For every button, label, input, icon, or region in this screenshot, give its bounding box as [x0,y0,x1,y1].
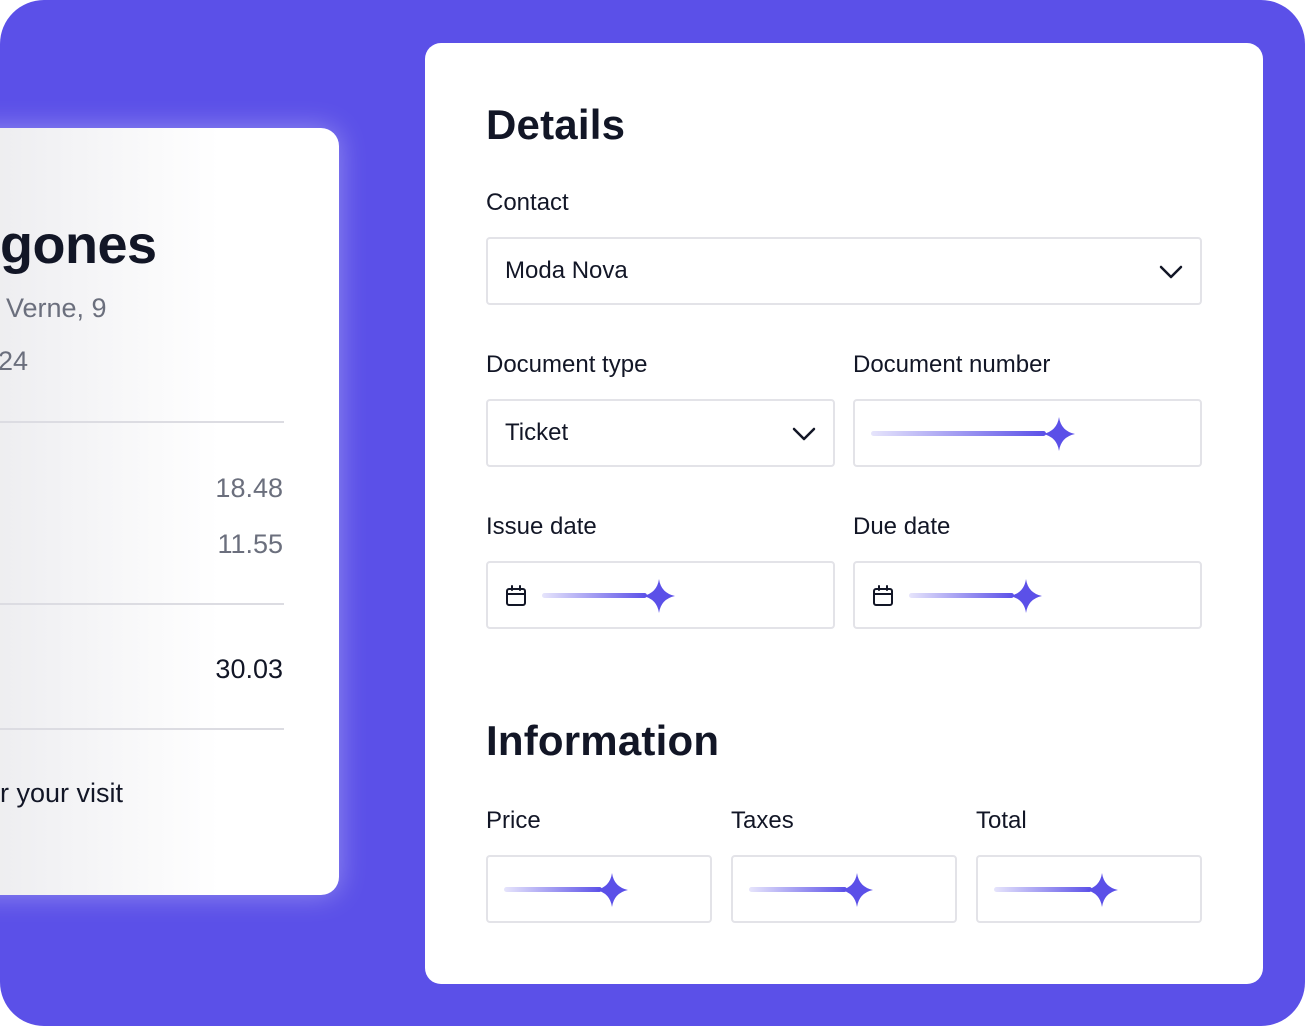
receipt-line-amount: 11.55 [217,529,283,559]
document-number-input[interactable] [853,399,1202,467]
total-label: Total [976,807,1027,834]
taxes-input[interactable] [731,855,957,923]
contact-label: Contact [486,189,569,216]
receipt-date: 24 [0,346,29,376]
issue-date-label: Issue date [486,513,597,540]
sparkle-icon [994,873,1118,907]
chevron-down-icon [792,427,816,441]
receipt-divider [0,728,284,730]
contact-select[interactable]: Moda Nova [486,237,1202,305]
receipt-store-name: gones [0,215,157,275]
taxes-label: Taxes [731,807,794,834]
sparkle-icon [504,873,628,907]
receipt-divider [0,603,284,605]
sparkle-icon [871,417,1075,451]
receipt-footer: r your visit [0,778,124,808]
due-date-label: Due date [853,513,951,540]
issue-date-input[interactable] [486,561,835,629]
information-heading: Information [486,717,720,764]
sparkle-icon [909,579,1042,613]
price-label: Price [486,807,541,834]
document-type-label: Document type [486,351,648,378]
due-date-input[interactable] [853,561,1202,629]
document-type-select[interactable]: Ticket [486,399,835,467]
app-background: gones Verne, 9 24 18.48 11.55 30.03 r yo… [0,0,1305,1026]
price-input[interactable] [486,855,712,923]
receipt-line-amount: 18.48 [215,473,283,503]
contact-value: Moda Nova [505,257,628,284]
receipt-divider [0,421,284,423]
chevron-down-icon [1159,265,1183,279]
sparkle-icon [542,579,675,613]
details-heading: Details [486,101,626,148]
receipt-preview: gones Verne, 9 24 18.48 11.55 30.03 r yo… [0,128,339,895]
total-input[interactable] [976,855,1202,923]
sparkle-icon [749,873,873,907]
details-panel: Details Contact Moda Nova Document type … [425,43,1263,984]
receipt-address: Verne, 9 [6,293,107,323]
document-number-label: Document number [853,351,1051,378]
calendar-icon [873,585,893,606]
calendar-icon [506,585,526,606]
receipt-total-amount: 30.03 [215,654,283,684]
document-type-value: Ticket [505,419,569,446]
